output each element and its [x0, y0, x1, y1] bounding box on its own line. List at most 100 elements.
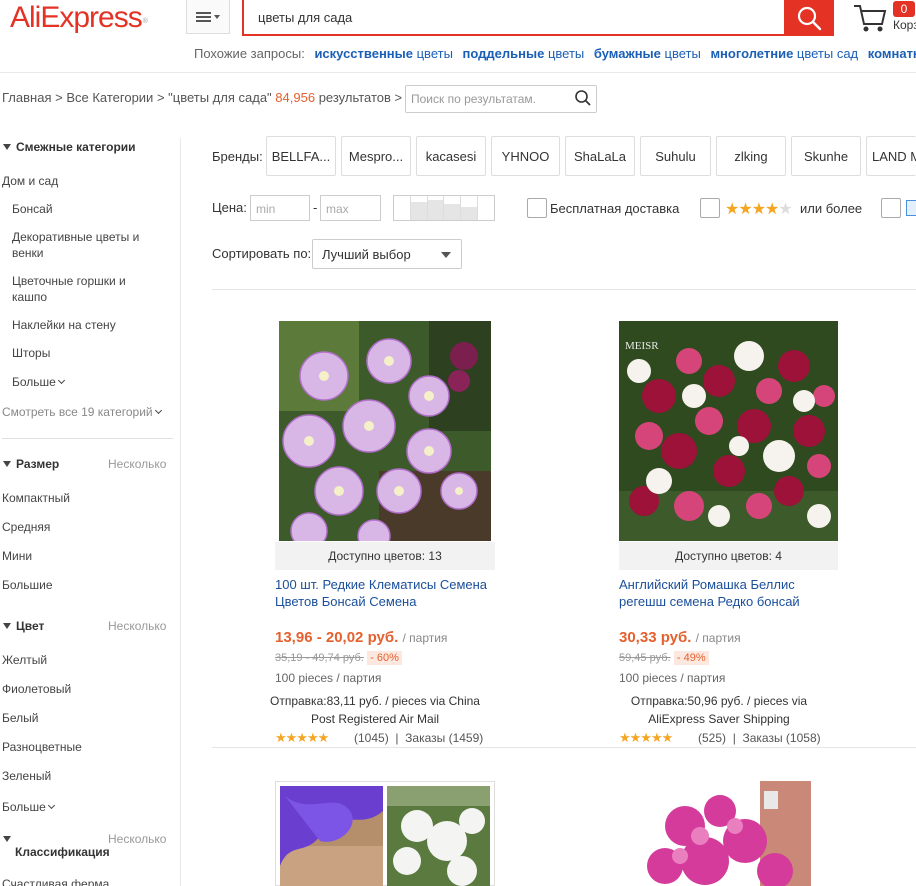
categories-more-link[interactable]: Больше	[12, 375, 64, 389]
discount-badge: - 60%	[367, 651, 402, 665]
available-colors: Доступно цветов: 4	[619, 542, 838, 570]
price-dash: -	[313, 200, 318, 215]
old-price: 59,45 руб.	[619, 652, 671, 664]
color-option[interactable]: Разноцветные	[2, 740, 82, 754]
category-parent[interactable]: Дом и сад	[2, 174, 58, 188]
brand-filter[interactable]: LAND M	[866, 136, 916, 176]
histogram-bar	[478, 196, 494, 220]
classification-heading[interactable]	[0, 832, 100, 846]
product-image[interactable]: MEISR	[619, 321, 838, 541]
search-button[interactable]	[784, 0, 834, 36]
size-option[interactable]: Большие	[2, 578, 53, 592]
category-link[interactable]: Бонсай	[12, 202, 53, 216]
sort-select[interactable]: Лучший выбор	[312, 239, 462, 269]
search-icon	[797, 6, 822, 31]
color-option[interactable]: Фиолетовый	[2, 682, 71, 696]
aliexpress-logo[interactable]: AliExpress®	[10, 0, 148, 40]
product-title-link[interactable]: 100 шт. Редкие Клематисы Семена Цветов Б…	[275, 576, 495, 610]
breadcrumb-home[interactable]: Главная	[2, 90, 51, 105]
product-price: 30,33 руб. / партия	[619, 629, 741, 646]
cart-icon	[854, 5, 887, 32]
menu-icon	[196, 11, 211, 22]
product-row-divider	[212, 747, 916, 748]
colors-more-link[interactable]: Больше	[2, 800, 54, 814]
product-image[interactable]	[387, 786, 490, 886]
related-link[interactable]: искусственные цветы	[314, 46, 452, 61]
histogram-bar	[394, 196, 411, 220]
rating-stars[interactable]: ★★★★★	[619, 730, 673, 746]
brand-filter[interactable]: kacasesi	[416, 136, 486, 176]
product-image[interactable]	[280, 786, 383, 886]
related-link[interactable]: многолетние цветы сад	[710, 46, 858, 61]
color-option[interactable]: Белый	[2, 711, 38, 725]
logo-mark: ®	[142, 18, 148, 25]
brand-filter[interactable]: Suhulu	[640, 136, 711, 176]
classification-title[interactable]: Классификация	[15, 845, 110, 859]
brand-filter[interactable]: Mespro...	[341, 136, 411, 176]
price-max-input[interactable]: max	[320, 195, 381, 221]
pieces-per-lot: 100 pieces / партия	[619, 671, 726, 685]
product-image[interactable]	[645, 781, 811, 886]
brand-filter[interactable]: zlking	[716, 136, 786, 176]
rating-checkbox[interactable]	[700, 198, 720, 218]
price-histogram[interactable]	[393, 195, 495, 221]
brand-filter[interactable]: BELLFA...	[266, 136, 336, 176]
review-order-count[interactable]: (1045) | Заказы (1459)	[354, 731, 483, 745]
categories-menu-button[interactable]	[186, 0, 230, 34]
category-link[interactable]: Декоративные цветы и венки	[12, 229, 162, 261]
size-option[interactable]: Средняя	[2, 520, 50, 534]
free-shipping-label[interactable]: Бесплатная доставка	[550, 201, 679, 216]
cart-label[interactable]: Корзина	[893, 18, 916, 32]
result-count: 84,956	[275, 90, 316, 105]
category-link[interactable]: Цветочные горшки и кашпо	[12, 273, 162, 305]
product-title-link[interactable]: Английский Ромашка Беллис регешш семена …	[619, 576, 839, 610]
rating-stars[interactable]: ★★★★★	[275, 730, 329, 746]
histogram-bar	[427, 196, 445, 220]
size-option[interactable]: Компактный	[2, 491, 70, 505]
size-filter-heading[interactable]: Размер	[0, 457, 59, 471]
breadcrumb-all-categories[interactable]: Все Категории	[66, 90, 153, 105]
related-link[interactable]: комнатные	[868, 46, 916, 61]
category-link[interactable]: Шторы	[12, 346, 50, 360]
histogram-bar	[410, 196, 428, 220]
free-shipping-checkbox[interactable]	[527, 198, 547, 218]
brand-filter[interactable]: ShaLaLa	[565, 136, 635, 176]
shipping-info: Отправка:83,11 руб. / pieces via China Po…	[270, 694, 480, 726]
size-option[interactable]: Мини	[2, 549, 32, 563]
breadcrumb-query: "цветы для сада"	[168, 90, 272, 105]
brand-filter[interactable]: YHNOO	[491, 136, 560, 176]
review-order-count[interactable]: (525) | Заказы (1058)	[698, 731, 821, 745]
brands-label: Бренды:	[212, 149, 263, 164]
related-link[interactable]: поддельные цветы	[463, 46, 585, 61]
chevron-down-icon	[214, 14, 220, 19]
available-colors: Доступно цветов: 13	[275, 542, 495, 570]
see-all-categories-link[interactable]: Смотреть все 19 категорий	[2, 405, 161, 419]
color-option[interactable]: Желтый	[2, 653, 47, 667]
category-link[interactable]: Наклейки на стену	[12, 318, 116, 332]
brand-filter[interactable]: Skunhe	[791, 136, 861, 176]
histogram-bar	[444, 196, 462, 220]
refine-search-input[interactable]: Поиск по результатам.	[405, 85, 597, 113]
color-option[interactable]: Зеленый	[2, 769, 51, 783]
discount-badge: - 49%	[673, 651, 709, 665]
search-icon[interactable]	[574, 89, 592, 107]
product-price: 13,96 - 20,02 руб. / партия	[275, 629, 448, 646]
header-divider	[0, 72, 916, 73]
old-price-row: 59,45 руб. - 49%	[619, 650, 709, 665]
results-label: результатов	[318, 90, 391, 105]
price-min-input[interactable]: min	[250, 195, 310, 221]
related-link[interactable]: бумажные цветы	[594, 46, 701, 61]
related-label: Похожие запросы:	[194, 46, 305, 61]
search-input[interactable]: цветы для сада	[242, 0, 784, 36]
related-categories-heading[interactable]: Смежные категории	[0, 140, 136, 154]
classification-option[interactable]: Счастливая ферма	[2, 877, 109, 886]
image-watermark: MEISR	[625, 340, 659, 352]
extra-filter-checkbox[interactable]	[881, 198, 901, 218]
shipping-info: Отправка:50,96 руб. / pieces via AliExpre…	[630, 694, 808, 726]
old-price-row: 35,19 - 49,74 руб. - 60%	[275, 650, 402, 665]
rating-label[interactable]: или более	[800, 201, 862, 216]
related-searches: Похожие запросы: искусственные цветы под…	[194, 46, 916, 61]
size-filter-mode: Несколько	[108, 457, 167, 471]
product-image[interactable]	[279, 321, 491, 541]
color-filter-heading[interactable]: Цвет	[0, 619, 44, 633]
